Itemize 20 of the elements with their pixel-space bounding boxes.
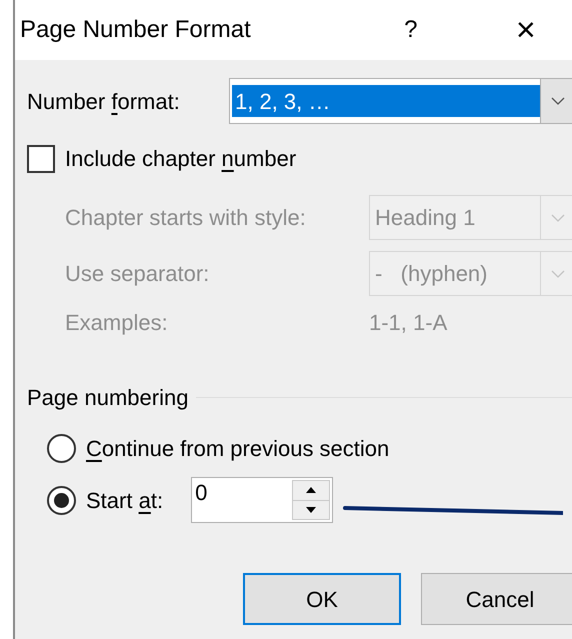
- combo-value: Heading 1: [374, 204, 476, 232]
- separator-label: Use separator:: [65, 260, 210, 288]
- examples-value: 1-1, 1-A: [369, 309, 448, 337]
- dropdown-value: 1, 2, 3, …: [232, 85, 540, 117]
- chapter-style-label: Chapter starts with style:: [65, 204, 307, 232]
- dialog-button[interactable]: Cancel: [421, 573, 572, 625]
- start-at-spinner[interactable]: 0: [191, 477, 334, 523]
- close-button[interactable]: ×: [500, 13, 551, 47]
- radio-label: Start at:: [86, 486, 164, 514]
- window-title: Page Number Format: [20, 15, 251, 45]
- number-format-label: Number format:: [27, 88, 181, 116]
- combo-value: - (hyphen): [374, 260, 488, 288]
- number-format-dropdown[interactable]: 1, 2, 3, …: [229, 78, 572, 124]
- dialog-button[interactable]: OK: [243, 573, 401, 625]
- radio-label: Continue from previous section: [86, 435, 390, 463]
- include-chapter-label: Include chapter number: [65, 145, 296, 173]
- page-numbering-heading: Page numbering: [27, 384, 188, 412]
- spinner-value: 0: [194, 479, 208, 507]
- examples-label: Examples:: [65, 309, 169, 337]
- help-button[interactable]: ?: [390, 12, 431, 48]
